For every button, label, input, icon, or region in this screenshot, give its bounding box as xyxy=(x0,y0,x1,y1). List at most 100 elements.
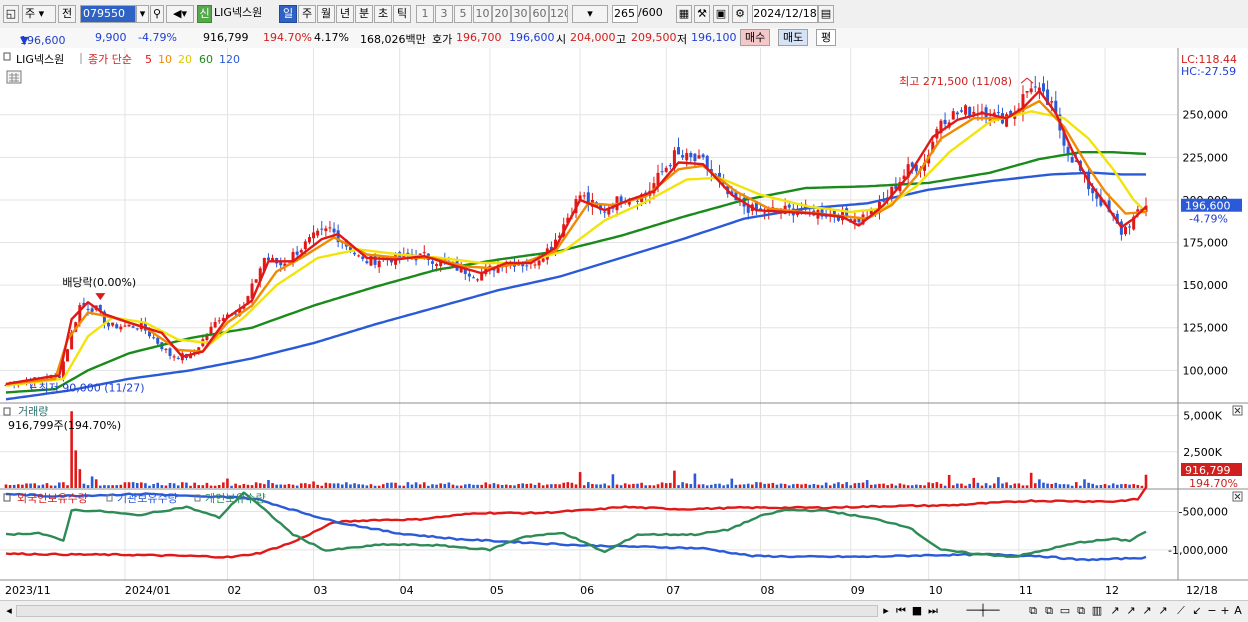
volume-bar xyxy=(513,485,516,488)
interval-tab[interactable]: 30 xyxy=(511,5,530,23)
candle-body xyxy=(603,211,607,213)
volume-bar xyxy=(217,484,221,488)
candle-body xyxy=(127,324,131,327)
grid-icon[interactable]: ▦ xyxy=(676,5,692,23)
zoom-slider[interactable]: ──┼── xyxy=(948,603,1018,619)
count-input[interactable]: 265 xyxy=(612,5,638,23)
candle-body xyxy=(66,349,70,362)
volume-bar xyxy=(468,483,471,488)
candle-body xyxy=(1050,101,1054,103)
volume-bar xyxy=(632,483,635,488)
candle-body xyxy=(123,325,127,327)
volume-bar xyxy=(74,450,78,488)
volume-bar xyxy=(644,485,648,488)
volume-bar xyxy=(742,484,746,488)
arrow-icon[interactable]: ↙ xyxy=(1190,603,1204,619)
price-change: 9,900 xyxy=(95,31,127,44)
candle-body xyxy=(266,257,270,261)
save-icon[interactable]: ▣ xyxy=(713,5,729,23)
eval-button[interactable]: 평 xyxy=(816,29,837,46)
period-tab[interactable]: 분 xyxy=(355,5,373,23)
volume-bar xyxy=(849,485,853,488)
period-left-select[interactable]: 주 ▾ xyxy=(22,5,56,23)
volume-bar xyxy=(25,483,28,488)
candle-body xyxy=(964,105,968,115)
volume-bar xyxy=(410,484,414,488)
scrollbar[interactable]: ◂ ▸ ⏮ ■ ⏭ ──┼── ⧉ ⧉ ▭ ⧉ ▥ ↗ ↗ ↗ ↗ ⟋ ↙ − … xyxy=(0,600,1248,622)
legend-stock-name: LIG넥스원 xyxy=(16,53,64,66)
previous-button[interactable]: 전 xyxy=(58,5,76,23)
first-page-icon[interactable]: ⏮ xyxy=(894,603,908,619)
chart-menu-icon[interactable]: ◱ xyxy=(3,5,19,23)
interval-tab[interactable]: 60 xyxy=(530,5,549,23)
candle-body xyxy=(164,349,168,351)
volume-bar xyxy=(427,485,430,488)
window-icon[interactable]: ▭ xyxy=(1058,603,1072,619)
volume-bar xyxy=(176,485,180,488)
candle-body xyxy=(197,347,201,351)
trade-amount: 168,026백만 xyxy=(360,33,426,46)
stop-icon[interactable]: ■ xyxy=(910,603,924,619)
scroll-right-icon[interactable]: ▸ xyxy=(880,603,892,619)
bid-price: 196,600 xyxy=(509,31,555,44)
volume-bar xyxy=(722,485,725,488)
interval-tab[interactable]: 1 xyxy=(416,5,434,23)
buy-button[interactable]: 매수 xyxy=(740,29,771,46)
period-tab[interactable]: 월 xyxy=(317,5,335,23)
volume-bar xyxy=(1144,474,1148,488)
sell-button[interactable]: 매도 xyxy=(778,29,809,46)
scroll-track[interactable] xyxy=(16,605,878,617)
drawing-icon[interactable]: ↗ xyxy=(1156,603,1170,619)
search-icon[interactable]: ⚲ xyxy=(150,5,164,23)
interval-select[interactable]: ▾ xyxy=(572,5,608,23)
layout-icon[interactable]: ⧉ xyxy=(1026,603,1040,619)
interval-tab[interactable]: 120 xyxy=(549,5,568,23)
high-price: 209,500 xyxy=(631,31,677,44)
volume-ratio: 194.70% xyxy=(263,31,312,44)
interval-tab[interactable]: 10 xyxy=(473,5,492,23)
legend-ma10: 10 xyxy=(158,53,172,66)
zoom-out-icon[interactable]: − xyxy=(1206,603,1218,619)
volume-bar xyxy=(980,485,984,488)
chart-icon[interactable]: ▥ xyxy=(1090,603,1104,619)
volume-bar xyxy=(1054,482,1058,488)
candle-body xyxy=(303,241,307,249)
scroll-left-icon[interactable]: ◂ xyxy=(3,603,15,619)
candle-body xyxy=(332,228,336,233)
date-input[interactable]: 2024/12/18 xyxy=(752,5,818,23)
interval-tab[interactable]: 5 xyxy=(454,5,472,23)
period-tab[interactable]: 틱 xyxy=(393,5,411,23)
text-tool-icon[interactable]: A xyxy=(1232,603,1244,619)
volume-bar xyxy=(763,483,766,488)
x-tick-label: 12 xyxy=(1105,584,1119,597)
drawing-icon[interactable]: ↗ xyxy=(1140,603,1154,619)
copy-icon[interactable]: ⧉ xyxy=(1042,603,1056,619)
period-tab[interactable]: 년 xyxy=(336,5,354,23)
volume-bar xyxy=(381,484,385,488)
tools-icon[interactable]: ⚒ xyxy=(694,5,710,23)
interval-tab[interactable]: 3 xyxy=(435,5,453,23)
trend-line-icon[interactable]: ↗ xyxy=(1108,603,1122,619)
speaker-icon[interactable]: ◀▾ xyxy=(166,5,194,23)
period-tab[interactable]: 초 xyxy=(374,5,392,23)
calendar-icon[interactable]: ▤ xyxy=(818,5,834,23)
next-page-icon[interactable]: ⏭ xyxy=(926,603,940,619)
candle-body xyxy=(320,228,324,230)
volume-bar xyxy=(283,484,287,488)
export-icon[interactable]: ⧉ xyxy=(1074,603,1088,619)
volume-bar xyxy=(1099,485,1103,488)
volume-bar xyxy=(783,483,787,488)
trend-line-icon[interactable]: ↗ xyxy=(1124,603,1138,619)
volume-bar xyxy=(250,485,254,488)
candle-body xyxy=(668,165,672,167)
volume-bar xyxy=(611,474,615,488)
period-tab[interactable]: 일 xyxy=(279,5,297,23)
gear-icon[interactable]: ⚙ xyxy=(732,5,748,23)
zoom-in-icon[interactable]: + xyxy=(1219,603,1231,619)
volume-bar xyxy=(402,485,406,488)
ruler-icon[interactable]: ⟋ xyxy=(1174,603,1188,619)
period-tab[interactable]: 주 xyxy=(298,5,316,23)
chevron-down-icon[interactable]: ▾ xyxy=(136,5,149,23)
interval-tab[interactable]: 20 xyxy=(492,5,511,23)
stock-code-input[interactable]: 079550 xyxy=(80,5,136,23)
